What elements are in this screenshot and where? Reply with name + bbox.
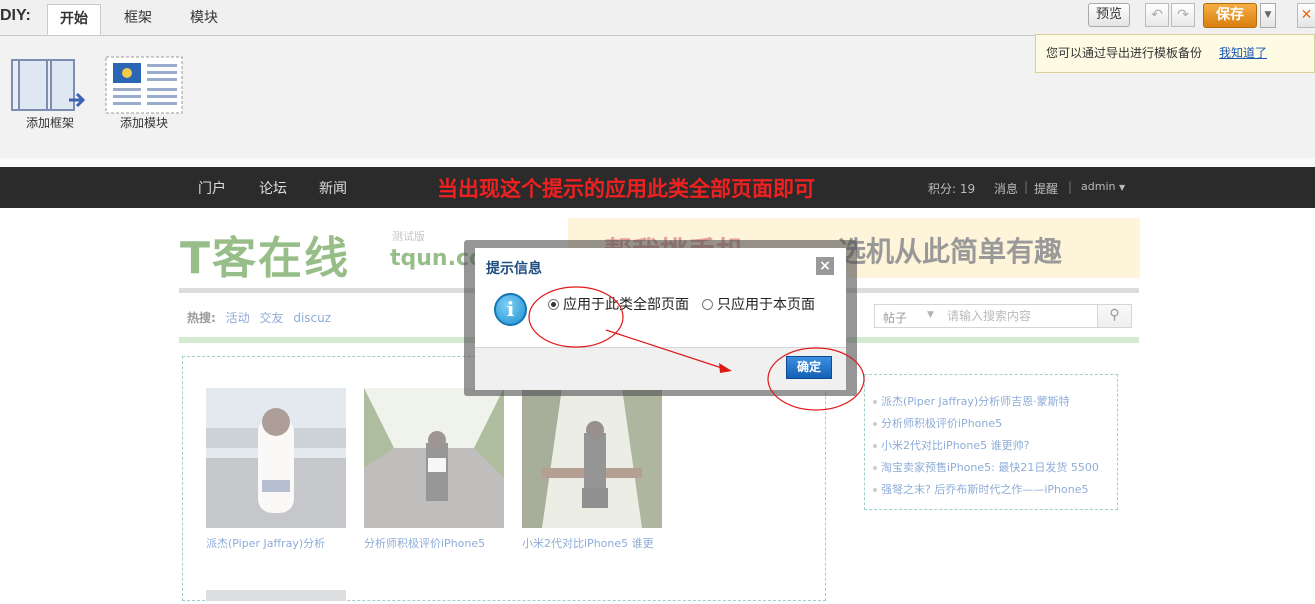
annotation-arrow bbox=[605, 329, 729, 371]
annotation-circle bbox=[767, 347, 865, 411]
annotation-circle bbox=[528, 286, 624, 348]
annotation-overlay bbox=[528, 286, 865, 411]
annotation-arrowhead bbox=[719, 363, 732, 373]
